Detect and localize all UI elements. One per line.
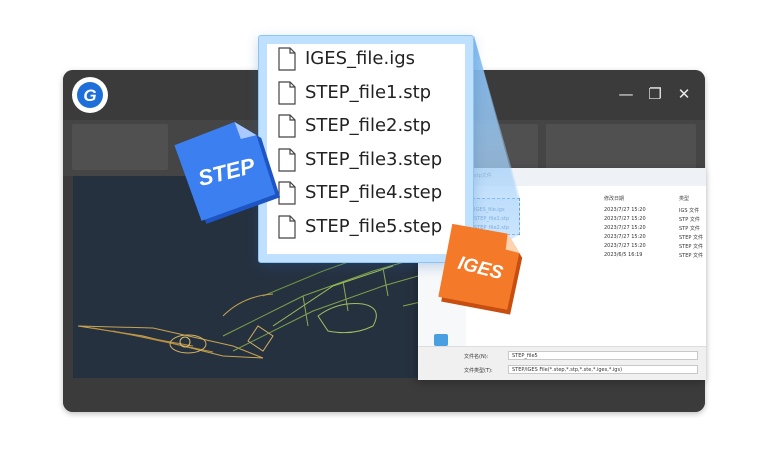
list-item[interactable]: STEP_file4.step — [267, 178, 465, 208]
network-icon[interactable] — [434, 334, 448, 346]
column-header-type[interactable]: 类型 — [679, 195, 689, 202]
iges-file-badge: IGES — [438, 223, 523, 315]
dialog-file-type: STP 文件 — [679, 226, 700, 232]
dialog-file-date: 2023/7/27 15:20 — [604, 225, 646, 231]
dialog-file-date: 2023/6/5 16:19 — [604, 252, 643, 258]
dialog-file-name[interactable]: IGES_file.igs — [474, 207, 505, 213]
dialog-file-type: STEP 文件 — [679, 235, 703, 241]
file-name: STEP_file4.step — [305, 182, 443, 203]
document-icon — [278, 47, 296, 71]
filename-input[interactable]: STEP_file5 — [508, 351, 698, 360]
dialog-file-type: STP 文件 — [679, 217, 700, 223]
file-name: STEP_file1.stp — [305, 82, 432, 103]
list-item[interactable]: STEP_file3.step — [267, 145, 465, 175]
list-item[interactable]: STEP_file2.stp — [267, 111, 465, 141]
step-file-badge: STEP — [174, 121, 281, 224]
app-logo-icon: G — [77, 82, 103, 108]
ribbon-panel[interactable] — [72, 124, 168, 170]
dialog-file-type: STEP 文件 — [679, 244, 703, 250]
restore-button[interactable]: ❐ — [645, 84, 665, 104]
dialog-file-type: STEP 文件 — [679, 253, 703, 259]
app-logo: G — [72, 77, 108, 113]
ribbon-panel[interactable] — [546, 124, 696, 170]
file-name: STEP_file2.stp — [305, 115, 432, 136]
status-bar — [63, 382, 705, 412]
filename-label: 文件名(N): — [464, 354, 489, 360]
list-item[interactable]: IGES_file.igs — [267, 44, 465, 74]
close-button[interactable]: ✕ — [674, 84, 694, 104]
dialog-file-date: 2023/7/27 15:20 — [604, 207, 646, 213]
document-icon — [278, 81, 296, 105]
dialog-file-date: 2023/7/27 15:20 — [604, 216, 646, 222]
column-header-date[interactable]: 修改日期 — [604, 195, 624, 202]
filetype-select[interactable]: STEP/IGES File(*.step,*.stp,*.ste,*.iges… — [508, 365, 698, 374]
dialog-file-type: IGS 文件 — [679, 208, 700, 214]
ribbon-panel[interactable] — [468, 124, 538, 170]
file-name: IGES_file.igs — [305, 48, 415, 69]
dialog-file-date: 2023/7/27 15:20 — [604, 234, 646, 240]
minimize-button[interactable]: — — [616, 84, 636, 104]
dialog-footer: 文件名(N): STEP_file5 文件类型(T): STEP/IGES Fi… — [418, 346, 706, 380]
list-item[interactable]: STEP_file1.stp — [267, 78, 465, 108]
breadcrumb[interactable]: stp文件 — [474, 172, 492, 179]
app-logo-letter: G — [83, 86, 96, 105]
dialog-file-date: 2023/7/27 15:20 — [604, 243, 646, 249]
filetype-label: 文件类型(T): — [464, 368, 493, 374]
file-name: STEP_file3.step — [305, 149, 443, 170]
file-name: STEP_file5.step — [305, 216, 443, 237]
